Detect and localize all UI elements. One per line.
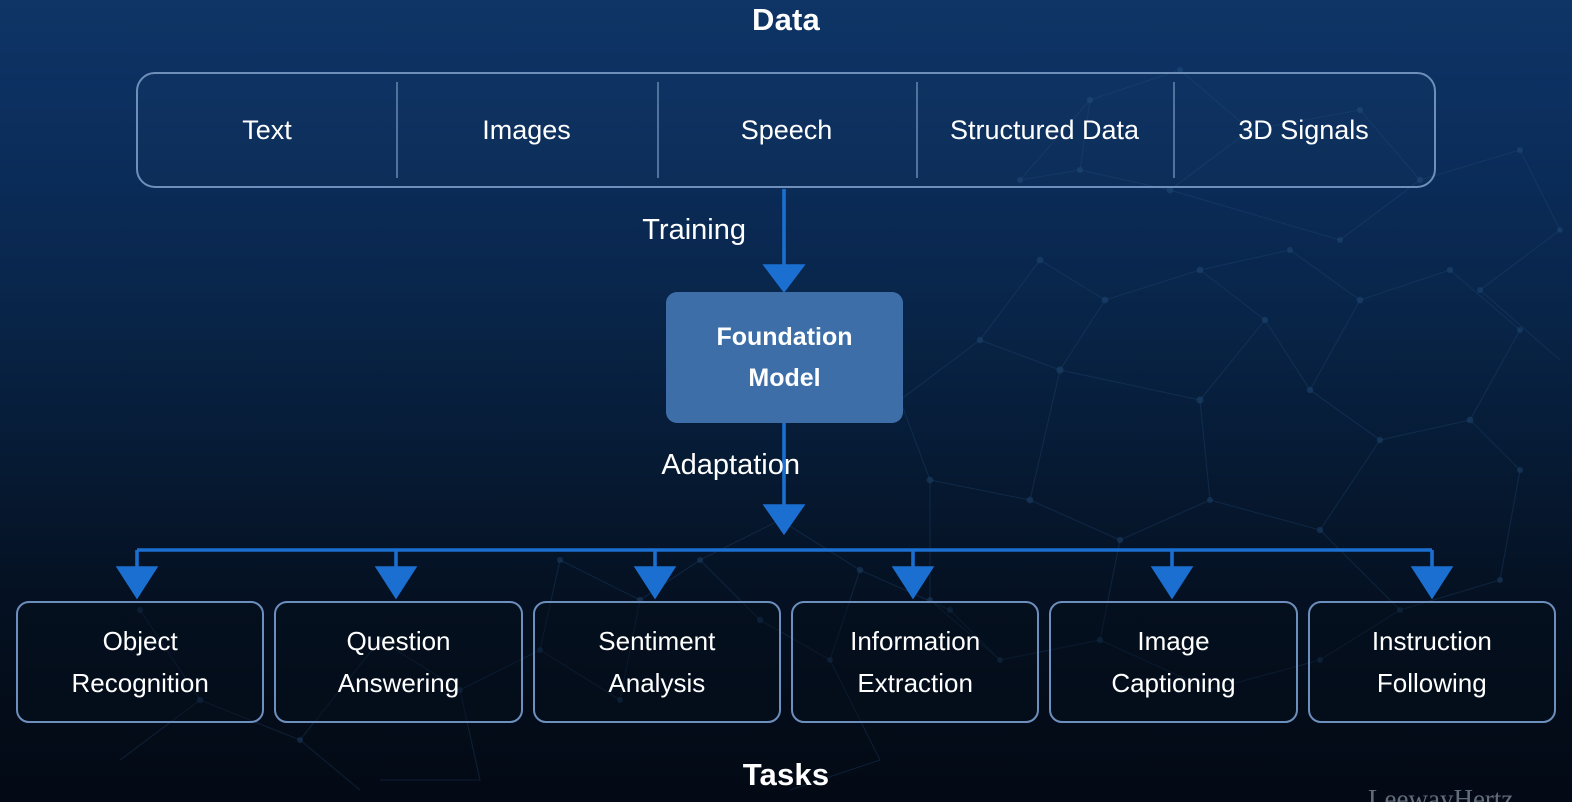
task-line1: Instruction [1371,625,1492,656]
data-modality-text[interactable]: Text [138,74,396,186]
watermark-leewayhertz: LeewayHertz [1368,784,1514,802]
data-modality-images[interactable]: Images [396,74,657,186]
page-title-data: Data [752,2,820,37]
task-sentiment-analysis[interactable]: Sentiment Analysis [532,601,781,723]
task-object-recognition[interactable]: Object Recognition [16,601,265,723]
task-line1: Image [1137,625,1210,656]
task-line2: Recognition [71,668,209,698]
task-line1: Information [850,625,981,656]
task-information-extraction[interactable]: Information Extraction [790,601,1040,723]
foundation-model-line2: Model [748,363,821,392]
task-image-captioning[interactable]: Image Captioning [1049,601,1298,723]
foundation-model-node[interactable]: Foundation Model [666,292,903,423]
adaptation-arrow-head [762,504,806,536]
task-arrow-head [1150,566,1194,600]
diagram-canvas: Data Text Images Speech Structured Data … [0,0,1572,802]
edge-label-adaptation: Adaptation [661,449,800,481]
task-line2: Captioning [1111,668,1236,698]
task-instruction-following[interactable]: Instruction Following [1307,601,1556,723]
task-question-answering[interactable]: Question Answering [274,601,523,723]
task-arrow-head [115,566,159,600]
task-line1: Object [102,625,178,656]
task-line2: Following [1376,668,1487,698]
tasks-row: Object Recognition Question Answering Se… [16,601,1556,723]
task-line2: Answering [337,668,460,698]
data-modality-label: 3D Signals [1238,114,1369,145]
task-line2: Extraction [857,668,973,698]
task-line2: Analysis [608,668,706,698]
data-modality-3d-signals[interactable]: 3D Signals [1173,74,1434,186]
data-modality-label: Images [482,114,571,145]
data-modalities-bar: Text Images Speech Structured Data 3D Si… [136,72,1436,188]
data-modality-speech[interactable]: Speech [657,74,916,186]
task-arrow-head [633,566,677,600]
training-arrow-head [762,264,806,293]
data-modality-label: Speech [740,114,833,145]
edge-label-training: Training [642,214,746,246]
task-arrow-head [374,566,418,600]
task-arrow-head [891,566,935,600]
task-arrow-head [1410,566,1454,600]
task-line1: Question [346,625,451,656]
data-modality-label: Structured Data [949,114,1140,145]
page-title-tasks: Tasks [742,757,830,792]
data-modality-structured-data[interactable]: Structured Data [916,74,1173,186]
task-line1: Sentiment [598,625,716,656]
foundation-model-line1: Foundation [716,323,853,351]
data-modality-label: Text [242,114,292,145]
